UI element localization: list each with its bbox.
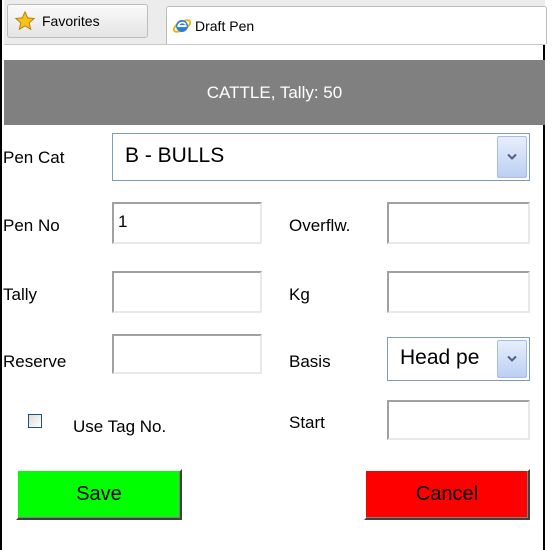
overflow-label: Overflw.: [289, 216, 351, 235]
basis-select[interactable]: Head pe: [387, 337, 530, 381]
use-tag-checkbox[interactable]: [28, 414, 42, 428]
overflow-field[interactable]: [387, 202, 530, 244]
tab-draft-pen[interactable]: Draft Pen: [166, 6, 547, 44]
use-tag-label: Use Tag No.: [73, 417, 167, 436]
pen-cat-dropdown-button[interactable]: [497, 136, 527, 178]
reserve-label: Reserve: [3, 352, 67, 371]
page-title: CATTLE, Tally: 50: [4, 60, 545, 125]
favorites-label: Favorites: [42, 13, 100, 29]
basis-dropdown-button[interactable]: [497, 340, 527, 378]
kg-field[interactable]: [387, 271, 530, 313]
ie-icon: [172, 18, 192, 33]
star-icon: [14, 10, 36, 31]
kg-label: Kg: [289, 285, 310, 304]
pen-cat-value: B - BULLS: [125, 144, 225, 167]
start-field[interactable]: [387, 400, 530, 440]
chevron-down-icon: [507, 153, 517, 160]
pen-cat-label: Pen Cat: [3, 148, 65, 167]
chevron-down-icon: [507, 355, 517, 362]
cancel-button[interactable]: Cancel: [364, 469, 530, 520]
save-button[interactable]: Save: [16, 469, 182, 520]
tally-field[interactable]: [112, 271, 262, 313]
tally-label: Tally: [3, 285, 38, 304]
favorites-bar: Favorites Draft Pen: [4, 0, 547, 45]
header-title: CATTLE, Tally: 50: [206, 82, 343, 102]
pen-cat-select[interactable]: B - BULLS: [112, 133, 530, 181]
tab-title: Draft Pen: [195, 17, 255, 34]
pen-no-label: Pen No: [3, 216, 60, 235]
reserve-field[interactable]: [112, 334, 262, 374]
favorites-button[interactable]: Favorites: [7, 4, 148, 38]
basis-value: Head pe: [400, 346, 480, 369]
start-label: Start: [289, 413, 325, 432]
pen-no-field[interactable]: 1: [112, 202, 262, 244]
basis-label: Basis: [289, 352, 331, 371]
window-frame: Favorites Draft Pen CATTLE, Tally: 50 Pe…: [0, 0, 547, 550]
